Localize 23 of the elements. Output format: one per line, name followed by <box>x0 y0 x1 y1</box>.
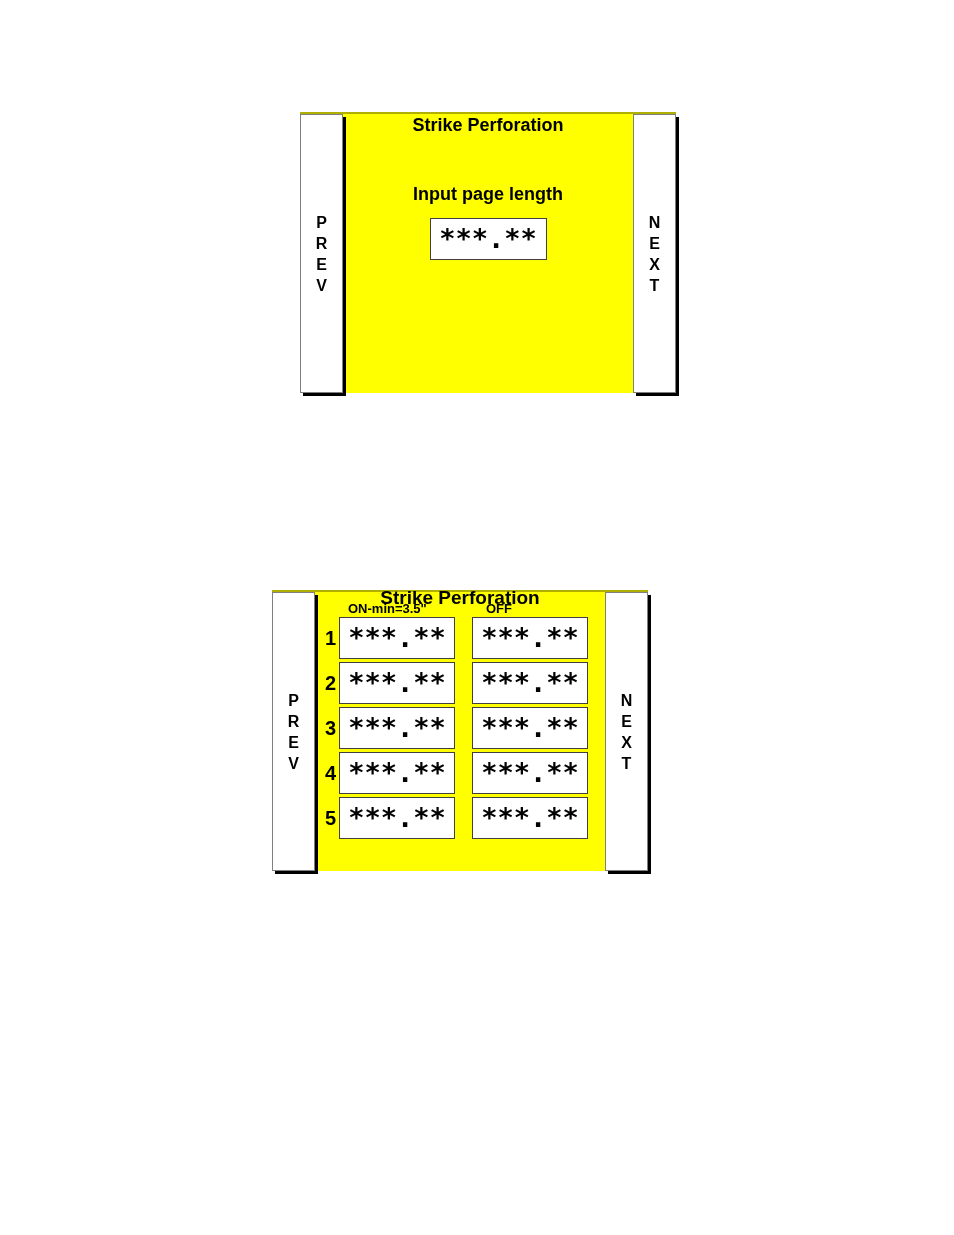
prev-button[interactable]: PREV <box>272 592 315 871</box>
value-field[interactable]: ***.** <box>429 218 547 260</box>
row-number: 4 <box>323 761 337 786</box>
value-field[interactable]: ***.** <box>339 707 455 749</box>
value-field[interactable]: ***.** <box>339 617 455 659</box>
screen-title: Strike Perforation <box>412 114 564 137</box>
next-button[interactable]: NEXT <box>605 592 648 871</box>
value-field[interactable]: ***.** <box>472 662 588 704</box>
prev-button[interactable]: PREV <box>300 114 343 393</box>
row-number: 3 <box>323 716 337 741</box>
value-field[interactable]: ***.** <box>472 707 588 749</box>
value-field[interactable]: ***.** <box>472 752 588 794</box>
prompt-text: Input page length <box>413 183 563 206</box>
value-field[interactable]: ***.** <box>339 662 455 704</box>
row-number: 1 <box>323 626 337 651</box>
value-field[interactable]: ***.** <box>472 617 588 659</box>
row-number: 5 <box>323 806 337 831</box>
column-header: OFF <box>486 603 512 615</box>
value-field[interactable]: ***.** <box>472 797 588 839</box>
value-field[interactable]: ***.** <box>339 752 455 794</box>
next-button[interactable]: NEXT <box>633 114 676 393</box>
value-field[interactable]: ***.** <box>339 797 455 839</box>
row-number: 2 <box>323 671 337 696</box>
